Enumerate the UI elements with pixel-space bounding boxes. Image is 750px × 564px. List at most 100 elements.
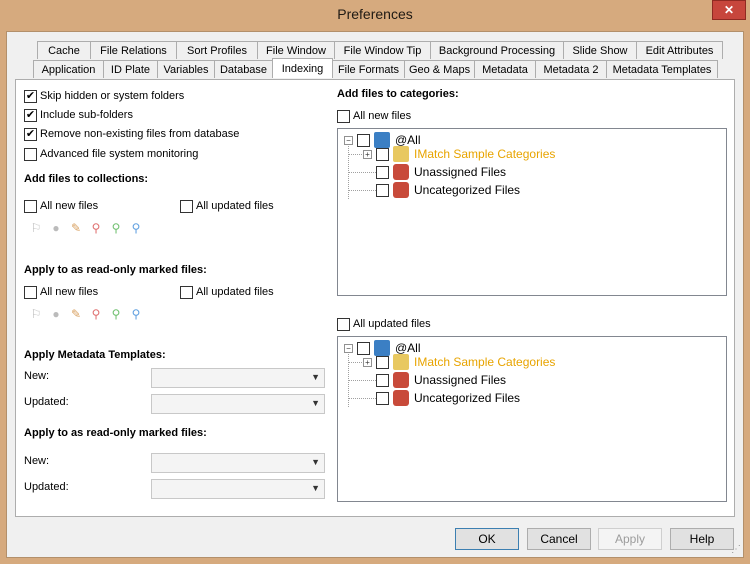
checkbox[interactable] xyxy=(180,199,193,213)
tree-node-label: Unassigned Files xyxy=(414,165,507,179)
checkbox[interactable] xyxy=(24,199,37,213)
checkbox[interactable] xyxy=(376,373,389,387)
tab-slide-show[interactable]: Slide Show xyxy=(563,41,637,59)
tree-node-unassigned[interactable]: Unassigned Files xyxy=(376,163,506,181)
option-skip-hidden[interactable]: ✔ Skip hidden or system folders xyxy=(24,88,184,104)
title-bar: Preferences ✕ xyxy=(0,0,750,32)
flag-icon[interactable]: ⚐ xyxy=(28,306,44,322)
categories-updated-files[interactable]: All updated files xyxy=(337,316,431,332)
templates-readonly-new-combo[interactable]: ▼ xyxy=(151,453,325,473)
tree-node-unassigned[interactable]: Unassigned Files xyxy=(376,371,506,389)
templates-new-combo[interactable]: ▼ xyxy=(151,368,325,388)
tree-node-sample-categories[interactable]: + IMatch Sample Categories xyxy=(363,353,555,371)
option-label: All updated files xyxy=(196,286,274,298)
readonly-new-files[interactable]: All new files xyxy=(24,284,98,300)
window-title: Preferences xyxy=(337,6,413,22)
templates-updated-combo[interactable]: ▼ xyxy=(151,394,325,414)
tab-file-relations[interactable]: File Relations xyxy=(90,41,177,59)
tab-background-processing[interactable]: Background Processing xyxy=(430,41,564,59)
tab-metadata[interactable]: Metadata xyxy=(474,60,536,78)
tab-id-plate[interactable]: ID Plate xyxy=(103,60,158,78)
close-button[interactable]: ✕ xyxy=(712,0,746,20)
tab-file-window[interactable]: File Window xyxy=(257,41,335,59)
templates-readonly-updated-label: Updated: xyxy=(24,481,69,493)
dot-icon[interactable]: ● xyxy=(48,220,64,236)
tree-node-label: IMatch Sample Categories xyxy=(414,355,556,369)
collections-updated-files[interactable]: All updated files xyxy=(180,198,274,214)
templates-readonly-heading: Apply to as read-only marked files: xyxy=(24,427,207,439)
ok-button[interactable]: OK xyxy=(455,528,519,550)
flag-icon[interactable]: ⚐ xyxy=(28,220,44,236)
tab-indexing[interactable]: Indexing xyxy=(272,58,333,78)
tab-sort-profiles[interactable]: Sort Profiles xyxy=(176,41,258,59)
green-pin-icon[interactable]: ⚲ xyxy=(108,306,124,322)
chevron-down-icon: ▼ xyxy=(311,483,320,493)
collections-new-files[interactable]: All new files xyxy=(24,198,98,214)
templates-readonly-new-label: New: xyxy=(24,455,50,467)
templates-new-label: New: xyxy=(24,370,50,382)
readonly-icon-strip: ⚐ ● ✎ ⚲ ⚲ ⚲ xyxy=(28,306,144,322)
templates-readonly-updated-combo[interactable]: ▼ xyxy=(151,479,325,499)
readonly-updated-files[interactable]: All updated files xyxy=(180,284,274,300)
pencil-icon[interactable]: ✎ xyxy=(68,306,84,322)
tab-database[interactable]: Database xyxy=(214,60,273,78)
apply-button[interactable]: Apply xyxy=(598,528,662,550)
checkbox[interactable] xyxy=(337,109,350,123)
categories-new-files[interactable]: All new files xyxy=(337,108,411,124)
help-button[interactable]: Help xyxy=(670,528,734,550)
option-label: All updated files xyxy=(196,200,274,212)
tree-node-sample-categories[interactable]: + IMatch Sample Categories xyxy=(363,145,555,163)
dot-icon[interactable]: ● xyxy=(48,306,64,322)
red-pin-icon[interactable]: ⚲ xyxy=(88,306,104,322)
option-label: Skip hidden or system folders xyxy=(40,90,185,102)
new-files-category-tree[interactable]: − @All + IMatch Sample Categories Unassi… xyxy=(337,128,727,296)
option-include-subfolders[interactable]: ✔ Include sub-folders xyxy=(24,107,133,123)
option-label: Advanced file system monitoring xyxy=(40,148,199,160)
tab-metadata-2[interactable]: Metadata 2 xyxy=(535,60,607,78)
expand-icon[interactable]: + xyxy=(363,357,372,367)
checkbox[interactable] xyxy=(180,285,193,299)
blue-pin-icon[interactable]: ⚲ xyxy=(128,220,144,236)
resize-grip-icon[interactable]: ⋰ xyxy=(731,544,741,555)
updated-files-category-tree[interactable]: − @All + IMatch Sample Categories Unassi… xyxy=(337,336,727,502)
tab-edit-attributes[interactable]: Edit Attributes xyxy=(636,41,723,59)
tree-node-uncategorized[interactable]: Uncategorized Files xyxy=(376,389,520,407)
checkbox[interactable]: ✔ xyxy=(24,108,37,122)
checkbox[interactable] xyxy=(24,285,37,299)
tab-geo-maps[interactable]: Geo & Maps xyxy=(404,60,475,78)
cancel-button[interactable]: Cancel xyxy=(527,528,591,550)
checkbox[interactable] xyxy=(376,183,389,197)
tree-node-label: IMatch Sample Categories xyxy=(414,147,556,161)
blue-pin-icon[interactable]: ⚲ xyxy=(128,306,144,322)
collapse-icon[interactable]: − xyxy=(344,343,353,353)
tab-file-window-tip[interactable]: File Window Tip xyxy=(334,41,431,59)
tab-metadata-templates[interactable]: Metadata Templates xyxy=(606,60,718,78)
tab-variables[interactable]: Variables xyxy=(157,60,215,78)
checkbox[interactable] xyxy=(376,391,389,405)
option-remove-nonexisting[interactable]: ✔ Remove non-existing files from database xyxy=(24,126,239,142)
checkbox[interactable] xyxy=(376,355,389,369)
red-pin-icon[interactable]: ⚲ xyxy=(88,220,104,236)
chevron-down-icon: ▼ xyxy=(311,457,320,467)
category-icon xyxy=(393,390,409,406)
expand-icon[interactable]: + xyxy=(363,149,372,159)
option-label: Remove non-existing files from database xyxy=(40,128,240,140)
tab-application[interactable]: Application xyxy=(33,60,104,78)
collapse-icon[interactable]: − xyxy=(344,135,353,145)
pencil-icon[interactable]: ✎ xyxy=(68,220,84,236)
checkbox[interactable] xyxy=(337,317,350,331)
option-label: All new files xyxy=(40,286,99,298)
checkbox[interactable]: ✔ xyxy=(24,127,37,141)
tab-file-formats[interactable]: File Formats xyxy=(332,60,405,78)
checkbox[interactable] xyxy=(376,165,389,179)
checkbox[interactable]: ✔ xyxy=(24,89,37,103)
tab-cache[interactable]: Cache xyxy=(37,41,91,59)
tree-node-uncategorized[interactable]: Uncategorized Files xyxy=(376,181,520,199)
checkbox[interactable] xyxy=(24,147,37,161)
green-pin-icon[interactable]: ⚲ xyxy=(108,220,124,236)
checkbox[interactable] xyxy=(376,147,389,161)
readonly-heading: Apply to as read-only marked files: xyxy=(24,264,207,276)
option-advanced-monitoring[interactable]: Advanced file system monitoring xyxy=(24,146,198,162)
tab-row-1: Cache File Relations Sort Profiles File … xyxy=(37,41,723,59)
folder-icon xyxy=(393,146,409,162)
